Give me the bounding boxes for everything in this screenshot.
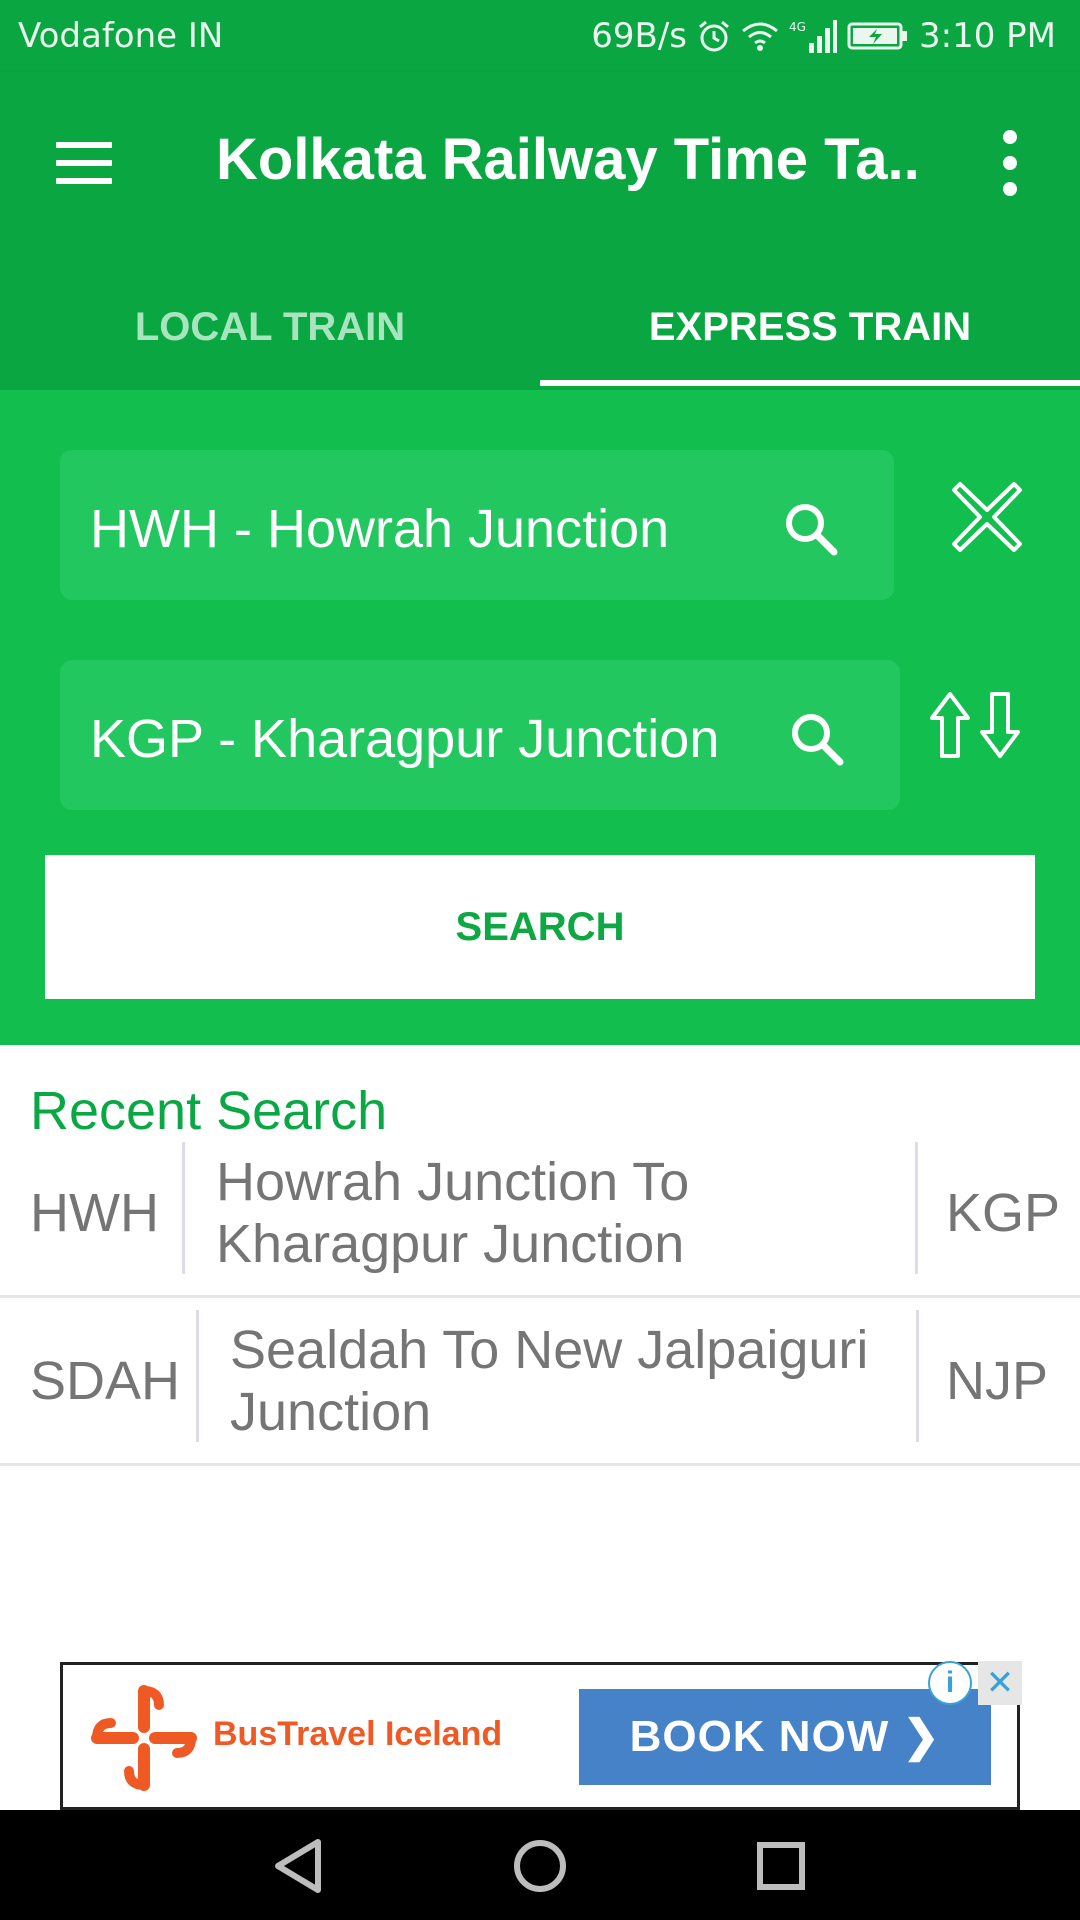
swap-arrows-icon[interactable] [928,690,1022,762]
tab-local-train[interactable]: LOCAL TRAIN [0,272,540,390]
bus-travel-logo [91,1685,197,1791]
divider [916,1310,919,1442]
search-panel: HWH - Howrah Junction KGP - Kharagpur Ju… [0,390,1080,1045]
svg-text:4G: 4G [789,20,806,34]
alarm-icon [697,19,731,53]
to-station-value: KGP - Kharagpur Junction [90,709,720,769]
app-bar: Kolkata Railway Time Ta... LOCAL TRAIN E… [0,72,1080,390]
hamburger-menu-icon[interactable] [50,128,120,198]
more-vertical-icon[interactable] [990,128,1030,198]
divider [196,1310,199,1442]
to-station-code: KGP [946,1182,1061,1243]
search-icon[interactable] [782,500,840,558]
book-now-label: BOOK NOW [629,1712,890,1761]
search-button[interactable]: SEARCH [45,855,1035,999]
from-station-code: HWH [30,1182,159,1243]
from-station-code: SDAH [30,1350,181,1411]
search-icon[interactable] [788,710,846,768]
system-nav-bar [0,1810,1080,1920]
from-station-field[interactable]: HWH - Howrah Junction [60,450,894,600]
app-screen: Vodafone IN 69B/s 4G 3:10 PM Kolkata Rai… [0,0,1080,1920]
ad-banner[interactable]: BusTravel Iceland BOOK NOW ❯ i ✕ [60,1661,1022,1810]
status-bar: Vodafone IN 69B/s 4G 3:10 PM [0,0,1080,72]
battery-charging-icon [847,21,909,51]
home-icon[interactable] [505,1834,575,1898]
tab-selected-indicator [540,380,1080,386]
back-icon[interactable] [266,1834,336,1898]
status-icons: 69B/s 4G 3:10 PM [591,16,1056,56]
clock-time: 3:10 PM [919,16,1056,56]
ad-close-icon[interactable]: ✕ [978,1661,1022,1705]
signal-icon: 4G [789,19,837,53]
route-name: Howrah Junction To Kharagpur Junction [216,1151,690,1274]
divider [915,1142,918,1274]
data-speed: 69B/s [591,16,687,56]
app-title: Kolkata Railway Time Ta... [216,127,916,192]
to-station-field[interactable]: KGP - Kharagpur Junction [60,660,900,810]
tab-express-train[interactable]: EXPRESS TRAIN [540,272,1080,390]
book-now-button[interactable]: BOOK NOW ❯ [579,1689,991,1785]
from-station-value: HWH - Howrah Junction [90,499,670,559]
recent-apps-icon[interactable] [746,1834,816,1898]
route-name: Sealdah To New Jalpaiguri Junction [230,1319,869,1442]
chevron-right-icon: ❯ [902,1712,941,1761]
recent-search-item[interactable]: HWH Howrah Junction To Kharagpur Junctio… [0,1130,1080,1298]
divider [182,1142,185,1274]
wifi-icon [741,20,779,52]
carrier-name: Vodafone IN [18,16,224,56]
to-station-code: NJP [946,1350,1049,1411]
close-icon[interactable] [950,480,1024,554]
ad-brand-name: BusTravel Iceland [213,1715,503,1753]
info-icon[interactable]: i [928,1661,972,1705]
recent-search-item[interactable]: SDAH Sealdah To New Jalpaiguri Junction … [0,1298,1080,1466]
